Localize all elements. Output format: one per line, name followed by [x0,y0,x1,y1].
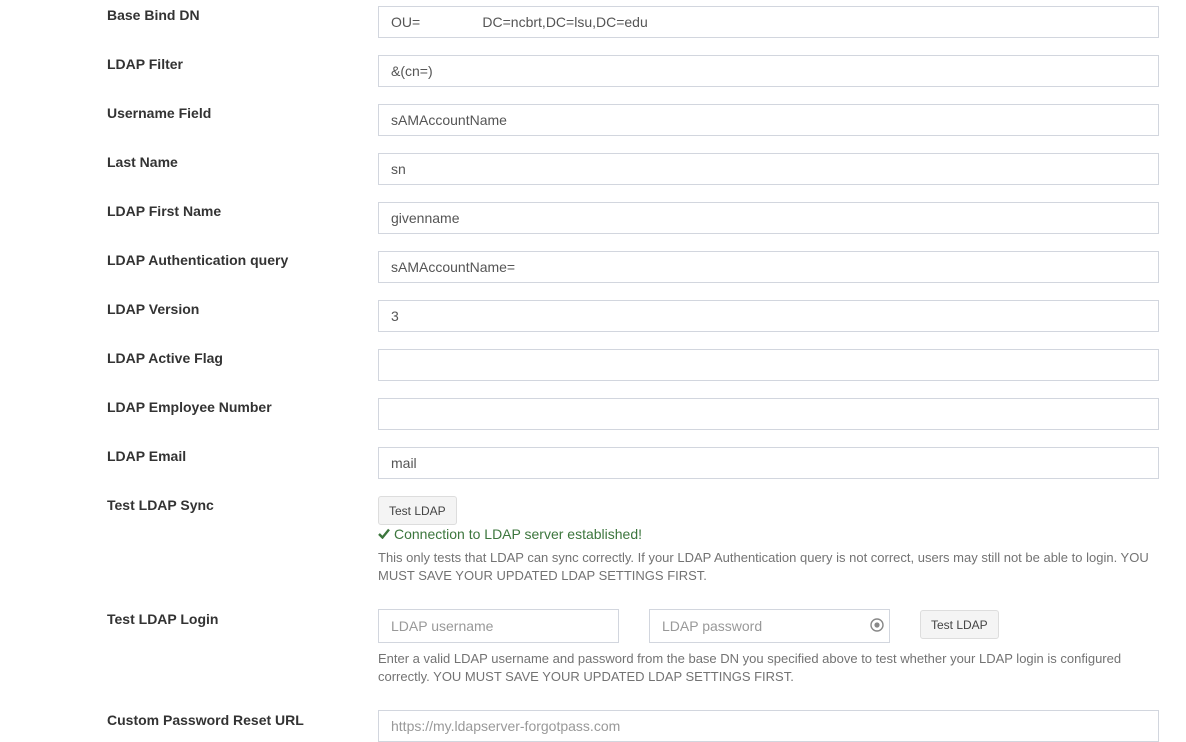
sync-help-text: This only tests that LDAP can sync corre… [378,550,1149,583]
first-name-input[interactable] [378,202,1159,234]
label-test-ldap-login: Test LDAP Login [107,611,219,627]
base-bind-dn-input[interactable] [378,6,1159,38]
label-auth-query: LDAP Authentication query [107,252,289,268]
ldap-email-input[interactable] [378,447,1159,479]
test-ldap-login-button[interactable]: Test LDAP [920,610,999,639]
label-ldap-filter: LDAP Filter [107,56,183,72]
label-test-ldap-sync: Test LDAP Sync [107,497,214,513]
label-last-name: Last Name [107,154,178,170]
label-username-field: Username Field [107,105,212,121]
label-employee-number: LDAP Employee Number [107,399,272,415]
ldap-username-input[interactable] [378,609,619,643]
label-ldap-email: LDAP Email [107,448,187,464]
sync-success-message: Connection to LDAP server established! [378,526,642,542]
sync-success-text: Connection to LDAP server established! [394,526,642,542]
active-flag-input[interactable] [378,349,1159,381]
check-icon [378,526,390,542]
ldap-password-input[interactable] [649,609,890,643]
label-active-flag: LDAP Active Flag [107,350,223,366]
employee-number-input[interactable] [378,398,1159,430]
label-password-reset-url: Custom Password Reset URL [107,712,304,728]
username-field-input[interactable] [378,104,1159,136]
ldap-version-input[interactable] [378,300,1159,332]
ldap-filter-input[interactable] [378,55,1159,87]
label-first-name: LDAP First Name [107,203,222,219]
last-name-input[interactable] [378,153,1159,185]
password-visibility-icon[interactable] [870,618,884,632]
label-base-bind-dn: Base Bind DN [107,7,200,23]
test-ldap-sync-button[interactable]: Test LDAP [378,496,457,525]
auth-query-input[interactable] [378,251,1159,283]
login-help-text: Enter a valid LDAP username and password… [378,651,1122,684]
label-ldap-version: LDAP Version [107,301,200,317]
password-reset-url-input[interactable] [378,710,1159,742]
